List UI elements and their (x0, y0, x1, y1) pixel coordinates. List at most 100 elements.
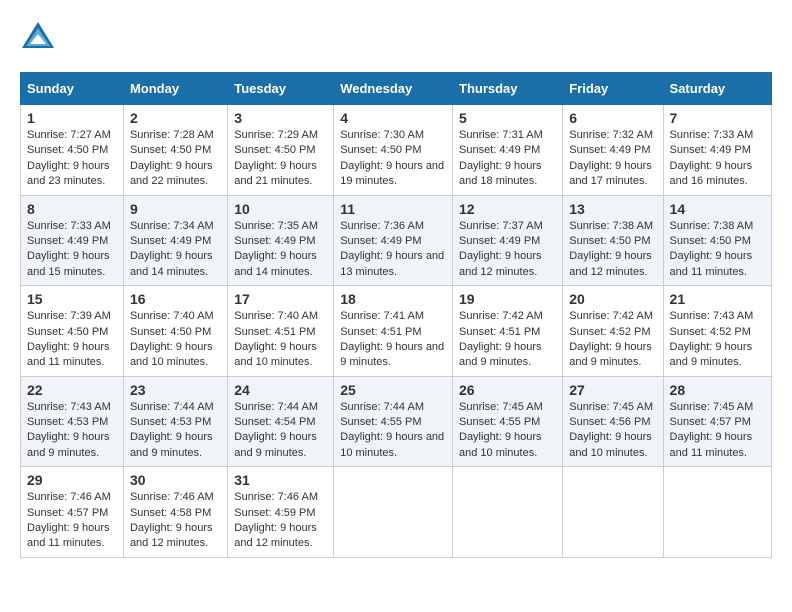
sunrise-label: Sunrise: 7:45 AM (459, 401, 543, 413)
column-header-saturday: Saturday (663, 73, 771, 105)
sunrise-label: Sunrise: 7:44 AM (130, 401, 214, 413)
day-info: Sunrise: 7:44 AM Sunset: 4:54 PM Dayligh… (234, 400, 327, 462)
day-info: Sunrise: 7:42 AM Sunset: 4:52 PM Dayligh… (569, 309, 656, 371)
calendar-cell: 3 Sunrise: 7:29 AM Sunset: 4:50 PM Dayli… (228, 105, 334, 196)
calendar-cell: 6 Sunrise: 7:32 AM Sunset: 4:49 PM Dayli… (563, 105, 663, 196)
sunrise-label: Sunrise: 7:45 AM (569, 401, 653, 413)
daylight-label: Daylight: 9 hours and 9 minutes. (340, 341, 444, 368)
sunset-label: Sunset: 4:57 PM (670, 416, 751, 428)
calendar-cell: 21 Sunrise: 7:43 AM Sunset: 4:52 PM Dayl… (663, 286, 771, 377)
calendar-cell: 12 Sunrise: 7:37 AM Sunset: 4:49 PM Dayl… (453, 195, 563, 286)
sunrise-label: Sunrise: 7:38 AM (670, 220, 754, 232)
sunset-label: Sunset: 4:49 PM (569, 144, 650, 156)
sunrise-label: Sunrise: 7:44 AM (340, 401, 424, 413)
daylight-label: Daylight: 9 hours and 12 minutes. (569, 250, 652, 277)
daylight-label: Daylight: 9 hours and 11 minutes. (27, 341, 110, 368)
sunrise-label: Sunrise: 7:46 AM (130, 491, 214, 503)
column-header-sunday: Sunday (21, 73, 124, 105)
sunrise-label: Sunrise: 7:44 AM (234, 401, 318, 413)
day-number: 9 (130, 201, 221, 217)
sunset-label: Sunset: 4:49 PM (459, 235, 540, 247)
day-info: Sunrise: 7:45 AM Sunset: 4:56 PM Dayligh… (569, 400, 656, 462)
sunset-label: Sunset: 4:50 PM (27, 326, 108, 338)
day-number: 17 (234, 291, 327, 307)
day-info: Sunrise: 7:30 AM Sunset: 4:50 PM Dayligh… (340, 128, 446, 190)
sunrise-label: Sunrise: 7:42 AM (569, 310, 653, 322)
day-number: 3 (234, 110, 327, 126)
sunset-label: Sunset: 4:57 PM (27, 507, 108, 519)
daylight-label: Daylight: 9 hours and 12 minutes. (234, 522, 317, 549)
daylight-label: Daylight: 9 hours and 10 minutes. (459, 431, 542, 458)
calendar-cell: 17 Sunrise: 7:40 AM Sunset: 4:51 PM Dayl… (228, 286, 334, 377)
column-header-tuesday: Tuesday (228, 73, 334, 105)
sunset-label: Sunset: 4:53 PM (27, 416, 108, 428)
day-info: Sunrise: 7:45 AM Sunset: 4:55 PM Dayligh… (459, 400, 556, 462)
day-info: Sunrise: 7:40 AM Sunset: 4:50 PM Dayligh… (130, 309, 221, 371)
sunset-label: Sunset: 4:55 PM (459, 416, 540, 428)
calendar-cell (453, 467, 563, 558)
day-info: Sunrise: 7:29 AM Sunset: 4:50 PM Dayligh… (234, 128, 327, 190)
day-info: Sunrise: 7:41 AM Sunset: 4:51 PM Dayligh… (340, 309, 446, 371)
calendar-cell: 5 Sunrise: 7:31 AM Sunset: 4:49 PM Dayli… (453, 105, 563, 196)
day-info: Sunrise: 7:27 AM Sunset: 4:50 PM Dayligh… (27, 128, 117, 190)
calendar-cell: 8 Sunrise: 7:33 AM Sunset: 4:49 PM Dayli… (21, 195, 124, 286)
day-number: 26 (459, 382, 556, 398)
day-info: Sunrise: 7:33 AM Sunset: 4:49 PM Dayligh… (27, 219, 117, 281)
daylight-label: Daylight: 9 hours and 10 minutes. (569, 431, 652, 458)
page-container: SundayMondayTuesdayWednesdayThursdayFrid… (20, 20, 772, 558)
column-header-wednesday: Wednesday (334, 73, 453, 105)
daylight-label: Daylight: 9 hours and 9 minutes. (130, 431, 213, 458)
calendar-cell: 10 Sunrise: 7:35 AM Sunset: 4:49 PM Dayl… (228, 195, 334, 286)
calendar-cell: 1 Sunrise: 7:27 AM Sunset: 4:50 PM Dayli… (21, 105, 124, 196)
daylight-label: Daylight: 9 hours and 11 minutes. (27, 522, 110, 549)
daylight-label: Daylight: 9 hours and 11 minutes. (670, 250, 753, 277)
day-info: Sunrise: 7:46 AM Sunset: 4:57 PM Dayligh… (27, 490, 117, 552)
calendar-cell: 23 Sunrise: 7:44 AM Sunset: 4:53 PM Dayl… (123, 376, 227, 467)
daylight-label: Daylight: 9 hours and 16 minutes. (670, 160, 753, 187)
day-number: 4 (340, 110, 446, 126)
day-info: Sunrise: 7:40 AM Sunset: 4:51 PM Dayligh… (234, 309, 327, 371)
calendar-cell (334, 467, 453, 558)
day-info: Sunrise: 7:28 AM Sunset: 4:50 PM Dayligh… (130, 128, 221, 190)
calendar-cell: 25 Sunrise: 7:44 AM Sunset: 4:55 PM Dayl… (334, 376, 453, 467)
logo (20, 20, 60, 56)
day-number: 18 (340, 291, 446, 307)
logo-icon (20, 20, 56, 56)
daylight-label: Daylight: 9 hours and 9 minutes. (27, 431, 110, 458)
sunset-label: Sunset: 4:50 PM (130, 326, 211, 338)
day-number: 10 (234, 201, 327, 217)
daylight-label: Daylight: 9 hours and 12 minutes. (130, 522, 213, 549)
sunrise-label: Sunrise: 7:45 AM (670, 401, 754, 413)
daylight-label: Daylight: 9 hours and 13 minutes. (340, 250, 444, 277)
day-number: 2 (130, 110, 221, 126)
sunset-label: Sunset: 4:50 PM (27, 144, 108, 156)
sunrise-label: Sunrise: 7:43 AM (670, 310, 754, 322)
daylight-label: Daylight: 9 hours and 9 minutes. (569, 341, 652, 368)
week-row-4: 22 Sunrise: 7:43 AM Sunset: 4:53 PM Dayl… (21, 376, 772, 467)
day-info: Sunrise: 7:38 AM Sunset: 4:50 PM Dayligh… (569, 219, 656, 281)
calendar-cell: 22 Sunrise: 7:43 AM Sunset: 4:53 PM Dayl… (21, 376, 124, 467)
day-info: Sunrise: 7:39 AM Sunset: 4:50 PM Dayligh… (27, 309, 117, 371)
calendar-cell: 16 Sunrise: 7:40 AM Sunset: 4:50 PM Dayl… (123, 286, 227, 377)
day-number: 22 (27, 382, 117, 398)
sunset-label: Sunset: 4:50 PM (234, 144, 315, 156)
day-info: Sunrise: 7:37 AM Sunset: 4:49 PM Dayligh… (459, 219, 556, 281)
day-info: Sunrise: 7:42 AM Sunset: 4:51 PM Dayligh… (459, 309, 556, 371)
calendar-cell: 24 Sunrise: 7:44 AM Sunset: 4:54 PM Dayl… (228, 376, 334, 467)
day-number: 5 (459, 110, 556, 126)
day-info: Sunrise: 7:38 AM Sunset: 4:50 PM Dayligh… (670, 219, 765, 281)
calendar-body: 1 Sunrise: 7:27 AM Sunset: 4:50 PM Dayli… (21, 105, 772, 558)
calendar-cell: 15 Sunrise: 7:39 AM Sunset: 4:50 PM Dayl… (21, 286, 124, 377)
header (20, 20, 772, 56)
calendar-cell: 2 Sunrise: 7:28 AM Sunset: 4:50 PM Dayli… (123, 105, 227, 196)
sunrise-label: Sunrise: 7:29 AM (234, 129, 318, 141)
daylight-label: Daylight: 9 hours and 18 minutes. (459, 160, 542, 187)
daylight-label: Daylight: 9 hours and 21 minutes. (234, 160, 317, 187)
daylight-label: Daylight: 9 hours and 19 minutes. (340, 160, 444, 187)
calendar-table: SundayMondayTuesdayWednesdayThursdayFrid… (20, 72, 772, 558)
day-number: 15 (27, 291, 117, 307)
sunrise-label: Sunrise: 7:36 AM (340, 220, 424, 232)
sunrise-label: Sunrise: 7:43 AM (27, 401, 111, 413)
day-number: 12 (459, 201, 556, 217)
sunset-label: Sunset: 4:49 PM (234, 235, 315, 247)
